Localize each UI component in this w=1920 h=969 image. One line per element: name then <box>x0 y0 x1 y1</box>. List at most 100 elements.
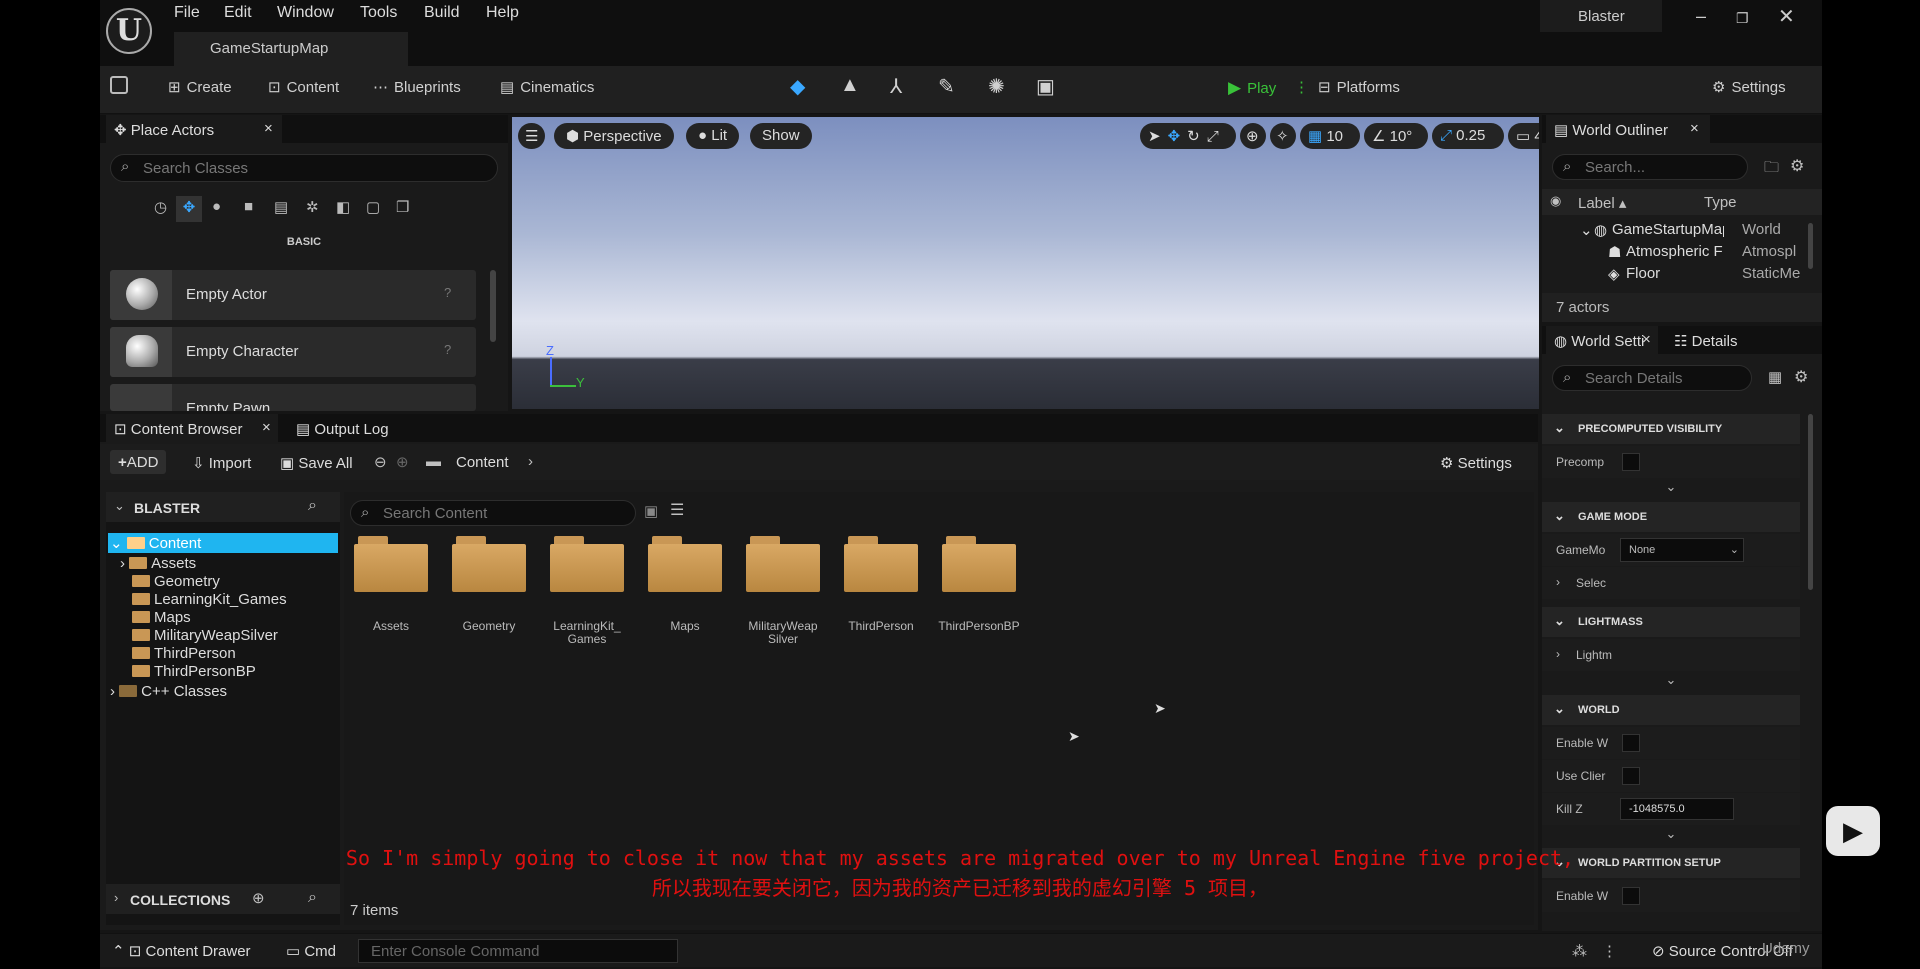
menu-window[interactable]: Window <box>277 4 334 22</box>
help-icon[interactable]: ? <box>444 342 451 357</box>
tree-item-maps[interactable]: Maps <box>132 609 191 626</box>
cinematic-icon[interactable]: ▤ <box>274 198 288 216</box>
menu-file[interactable]: File <box>174 4 200 22</box>
console-input[interactable]: Enter Console Command <box>358 939 678 963</box>
folder-tile[interactable]: Assets <box>354 536 450 646</box>
cinematics-button[interactable]: ▤ Cinematics <box>500 78 594 96</box>
back-icon[interactable]: ⊖ <box>374 453 387 471</box>
create-button[interactable]: ⊞ Create <box>168 78 232 96</box>
folder-tile[interactable]: Geometry <box>452 536 548 646</box>
visual-effects-icon[interactable]: ✲ <box>306 198 319 216</box>
tree-item-cpp-classes[interactable]: › C++ Classes <box>110 683 227 700</box>
platforms-button[interactable]: ⊟ Platforms <box>1318 78 1400 96</box>
add-folder-icon[interactable]: 🗀 <box>1764 157 1779 182</box>
details-tab[interactable]: ☷ Details <box>1666 326 1766 354</box>
modeling-mode-icon[interactable]: ✺ <box>988 74 1005 99</box>
gear-icon[interactable]: ⚙ <box>1790 156 1804 176</box>
unreal-logo-icon[interactable]: U <box>106 8 152 54</box>
type-column-header[interactable]: Type <box>1704 194 1737 211</box>
outliner-row[interactable]: ☗ Atmospheric F Atmospl <box>1542 241 1822 263</box>
forward-icon[interactable]: ⊕ <box>396 453 409 471</box>
section-world[interactable]: ⌄ WORLD <box>1542 695 1800 725</box>
expand-advanced-icon[interactable]: ⌄ <box>1542 672 1800 694</box>
cmd-button[interactable]: ▭ Cmd <box>286 942 336 960</box>
tree-item-thirdpersonbp[interactable]: ThirdPersonBP <box>132 663 256 680</box>
scale-snap-button[interactable]: ⤢ 0.25 <box>1432 123 1504 149</box>
world-settings-tab[interactable]: ◍ World Setti × <box>1546 326 1658 354</box>
camera-speed-button[interactable]: ▭ 4 <box>1508 123 1539 149</box>
world-outliner-tab[interactable]: ▤ World Outliner × <box>1546 115 1710 143</box>
search-content-input[interactable]: ⌕ Search Content <box>350 500 636 526</box>
expand-advanced-icon[interactable]: ⌄ <box>1542 479 1800 501</box>
menu-help[interactable]: Help <box>486 4 519 22</box>
expand-advanced-icon[interactable]: ⌄ <box>1542 826 1800 848</box>
world-local-icon[interactable]: ⊕ <box>1240 123 1266 149</box>
kill-z-input[interactable]: -1048575.0 <box>1620 798 1734 820</box>
recent-icon[interactable]: ◷ <box>154 198 167 216</box>
place-actors-tab[interactable]: ✥ Place Actors × <box>106 115 282 143</box>
outliner-row[interactable]: ◈ Floor StaticMe <box>1542 263 1822 285</box>
viewport-menu-icon[interactable]: ☰ <box>518 123 546 149</box>
select-tool-icon[interactable]: ➤ <box>1148 128 1168 145</box>
folder-tile[interactable]: LearningKit_ Games <box>550 536 646 646</box>
show-button[interactable]: Show <box>750 123 812 149</box>
basic-category-icon[interactable]: ✥ <box>176 196 202 222</box>
save-all-button[interactable]: ▣ Save All <box>280 454 353 472</box>
folder-tile[interactable]: ThirdPerson <box>844 536 940 646</box>
visibility-icon[interactable]: ◉ <box>1550 193 1561 209</box>
details-search-input[interactable]: ⌕ Search Details <box>1552 365 1752 391</box>
tree-item-militaryweap[interactable]: MilitaryWeapSilver <box>132 627 278 644</box>
restore-icon[interactable]: ❐ <box>1736 10 1749 27</box>
surface-snap-icon[interactable]: ✧ <box>1270 123 1296 149</box>
folder-tile[interactable]: ThirdPersonBP <box>938 536 1038 646</box>
expand-chevron-icon[interactable]: ⌄ <box>1580 221 1593 239</box>
precomp-checkbox[interactable] <box>1622 453 1640 471</box>
tree-item-thirdperson[interactable]: ThirdPerson <box>132 645 236 662</box>
folder-tile[interactable]: MilitaryWeap Silver <box>746 536 842 646</box>
menu-edit[interactable]: Edit <box>224 4 252 22</box>
section-lightmass[interactable]: ⌄ LIGHTMASS <box>1542 607 1800 637</box>
actor-item-empty-pawn[interactable]: Empty Pawn <box>110 384 476 411</box>
actor-item-empty-actor[interactable]: Empty Actor ? <box>110 270 476 320</box>
details-scrollbar[interactable] <box>1808 414 1813 590</box>
level-viewport[interactable]: ☰ ⬢ Perspective ● Lit Show ➤✥↻⤢ ⊕ ✧ ▦ 10… <box>512 117 1539 409</box>
outliner-scrollbar[interactable] <box>1808 223 1813 269</box>
more-icon[interactable]: ⋮ <box>1602 942 1617 960</box>
folder-tile[interactable]: Maps <box>648 536 744 646</box>
tree-item-learningkit[interactable]: LearningKit_Games <box>132 591 287 608</box>
gamemode-dropdown[interactable]: None ⌄ <box>1620 538 1744 562</box>
lights-icon[interactable]: ● <box>212 198 221 215</box>
content-drawer-button[interactable]: ⌃ ⊡ Content Drawer <box>112 942 251 960</box>
tree-item-geometry[interactable]: Geometry <box>132 573 220 590</box>
content-button[interactable]: ⊡ Content <box>268 78 339 96</box>
actor-item-empty-character[interactable]: Empty Character ? <box>110 327 476 377</box>
help-icon[interactable]: ? <box>444 285 451 300</box>
close-tab-icon[interactable]: × <box>1642 331 1651 348</box>
foliage-mode-icon[interactable]: ⅄ <box>890 74 902 99</box>
use-client-checkbox[interactable] <box>1622 767 1640 785</box>
blueprints-button[interactable]: ⋯ Blueprints <box>373 78 461 96</box>
property-row[interactable]: › Selec <box>1542 567 1800 599</box>
settings-button[interactable]: ⚙ Settings <box>1440 454 1512 472</box>
play-options-icon[interactable]: ⋮ <box>1294 78 1309 96</box>
save-icon[interactable] <box>110 76 128 98</box>
transform-tools[interactable]: ➤✥↻⤢ <box>1140 123 1236 149</box>
rotate-tool-icon[interactable]: ↻ <box>1187 128 1207 145</box>
all-classes-icon[interactable]: ▢ <box>366 198 380 216</box>
settings-button[interactable]: ⚙ Settings <box>1712 78 1786 96</box>
grid-snap-button[interactable]: ▦ 10 <box>1300 123 1360 149</box>
outliner-row[interactable]: ⌄ ◍ GameStartupMap World <box>1542 219 1822 241</box>
menu-build[interactable]: Build <box>424 4 460 22</box>
perspective-button[interactable]: ⬢ Perspective <box>554 123 674 149</box>
chevron-down-icon[interactable]: ⌄ <box>114 498 125 514</box>
lit-button[interactable]: ● Lit <box>686 123 740 149</box>
save-search-icon[interactable]: ▣ <box>644 502 658 520</box>
more-classes-icon[interactable]: ❐ <box>396 198 409 216</box>
gear-icon[interactable]: ⚙ <box>1794 367 1808 387</box>
play-button[interactable]: ▶ Play <box>1228 78 1276 98</box>
content-browser-tab[interactable]: ⊡ Content Browser × <box>106 414 278 442</box>
move-tool-icon[interactable]: ✥ <box>1168 128 1188 145</box>
property-row[interactable]: › Lightm <box>1542 639 1800 671</box>
table-view-icon[interactable]: ▦ <box>1768 368 1782 386</box>
enable-world-checkbox[interactable] <box>1622 734 1640 752</box>
